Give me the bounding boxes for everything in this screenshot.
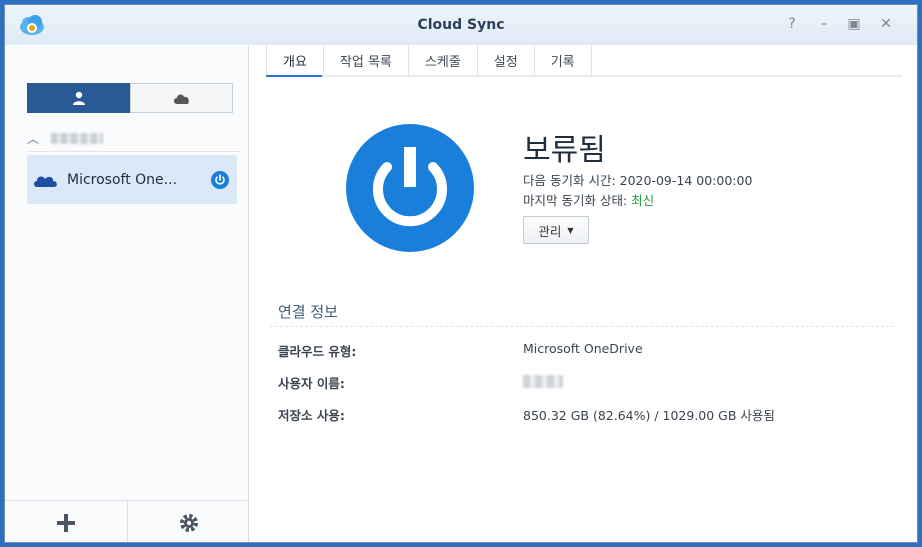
power-status-icon bbox=[211, 170, 229, 189]
sidebar-toolbar bbox=[5, 500, 249, 542]
last-sync-row: 마지막 동기화 상태: 최신 bbox=[523, 190, 654, 209]
caret-down-icon: ▼ bbox=[567, 225, 574, 235]
last-sync-label: 마지막 동기화 상태: bbox=[523, 193, 632, 208]
help-icon[interactable]: ? bbox=[783, 15, 801, 33]
add-task-button[interactable] bbox=[5, 501, 127, 542]
cloud-icon bbox=[173, 94, 189, 104]
title-bar[interactable]: Cloud Sync ? – ▣ ✕ bbox=[5, 5, 917, 45]
storage-usage-value: 850.32 GB (82.64%) / 1029.00 GB 사용됨 bbox=[523, 408, 775, 423]
user-icon bbox=[72, 91, 85, 105]
tab-task-list[interactable]: 작업 목록 bbox=[324, 45, 409, 75]
sync-task-item[interactable]: Microsoft One... bbox=[27, 155, 237, 204]
next-sync-value: 2020-09-14 00:00:00 bbox=[619, 173, 753, 188]
cloud-type-label: 클라우드 유형: bbox=[278, 344, 357, 359]
window-title: Cloud Sync bbox=[417, 17, 505, 33]
maximize-icon[interactable]: ▣ bbox=[845, 15, 863, 33]
tab-log[interactable]: 기록 bbox=[535, 45, 592, 75]
manage-label: 관리 bbox=[538, 223, 562, 239]
tab-overview[interactable]: 개요 bbox=[266, 45, 324, 75]
sidebar: ︿ Microsoft One... bbox=[5, 45, 249, 542]
redacted-account-name bbox=[51, 132, 103, 144]
tab-bar: 개요 작업 목록 스케줄 설정 기록 bbox=[266, 45, 592, 75]
power-button-icon[interactable] bbox=[345, 123, 475, 253]
username-label: 사용자 이름: bbox=[278, 376, 345, 391]
connection-info-title: 연결 정보 bbox=[278, 303, 338, 321]
add-icon bbox=[57, 514, 75, 532]
divider bbox=[27, 151, 241, 152]
account-group-header[interactable]: ︿ bbox=[27, 127, 241, 149]
tab-divider bbox=[266, 75, 902, 77]
next-sync-label: 다음 동기화 시간: bbox=[523, 173, 620, 188]
cloud-type-value: Microsoft OneDrive bbox=[523, 341, 643, 356]
manage-dropdown-button[interactable]: 관리 ▼ bbox=[523, 216, 589, 244]
sync-task-label: Microsoft One... bbox=[67, 171, 178, 188]
tab-settings[interactable]: 설정 bbox=[478, 45, 535, 75]
minimize-icon[interactable]: – bbox=[815, 15, 833, 33]
gear-icon bbox=[179, 514, 198, 532]
sync-status-text: 보류됨 bbox=[523, 133, 606, 168]
tab-schedule[interactable]: 스케줄 bbox=[409, 45, 478, 75]
next-sync-row: 다음 동기화 시간: 2020-09-14 00:00:00 bbox=[523, 170, 752, 189]
global-settings-button[interactable] bbox=[127, 501, 249, 542]
onedrive-icon bbox=[34, 176, 57, 187]
storage-usage-label: 저장소 사용: bbox=[278, 408, 345, 423]
main-panel: 개요 작업 목록 스케줄 설정 기록 보류됨 다음 동기화 시간: 2020-0… bbox=[250, 45, 917, 542]
active-tab-indicator bbox=[266, 75, 322, 77]
close-icon[interactable]: ✕ bbox=[877, 15, 895, 33]
view-switcher bbox=[27, 83, 233, 113]
cloud-sync-window: Cloud Sync ? – ▣ ✕ ︿ Microsoft One... 개요… bbox=[4, 4, 918, 543]
chevron-up-icon: ︿ bbox=[27, 131, 40, 146]
cloud-view-button[interactable] bbox=[130, 83, 233, 113]
section-divider bbox=[270, 326, 894, 327]
last-sync-value: 최신 bbox=[631, 193, 655, 208]
redacted-username bbox=[523, 375, 563, 388]
user-view-button[interactable] bbox=[27, 83, 130, 113]
